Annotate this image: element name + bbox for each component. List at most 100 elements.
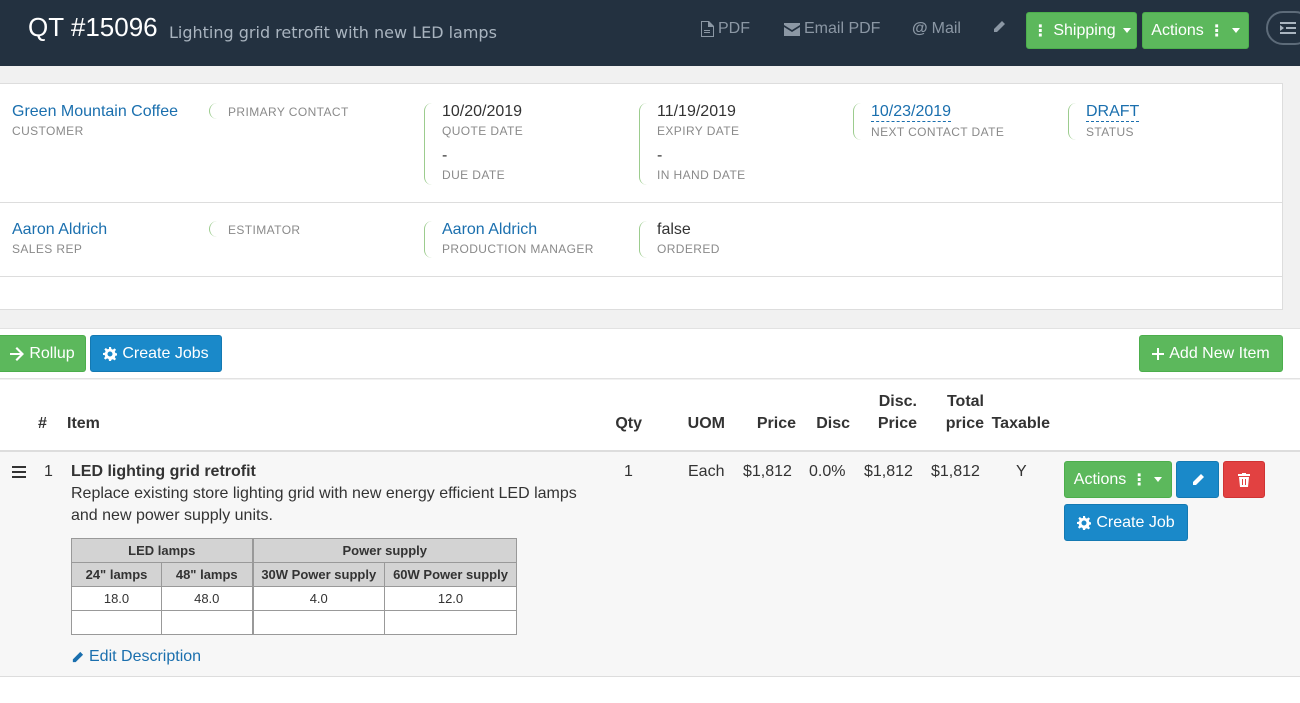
primary-contact-label: PRIMARY CONTACT (228, 105, 349, 119)
panel-divider (0, 276, 1283, 277)
row-actions-button[interactable]: Actions ⋮ (1064, 461, 1172, 498)
quote-date-label: QUOTE DATE (442, 124, 524, 138)
vertical-dots-icon: ⋮ (1131, 471, 1148, 489)
bracket-divider (639, 103, 647, 185)
column-header-disc-price-line2: Price (877, 415, 917, 432)
at-icon: @ (912, 20, 928, 37)
spec-cell[interactable]: 4.0 (251, 586, 385, 611)
items-table: # Item Qty UOM Price Disc Disc. Price To… (0, 380, 1300, 703)
spec-cell[interactable]: 18.0 (71, 586, 162, 611)
rollup-button[interactable]: Rollup (0, 335, 86, 372)
add-new-item-button[interactable]: Add New Item (1139, 335, 1283, 372)
rollup-label: Rollup (29, 344, 75, 362)
caret-down-icon (1231, 28, 1240, 33)
pencil-icon (72, 651, 84, 662)
due-date-label: DUE DATE (442, 168, 505, 182)
status-label: STATUS (1086, 125, 1134, 139)
bracket-divider (424, 103, 432, 185)
shipping-label: Shipping (1053, 21, 1116, 39)
gear-icon (1077, 515, 1092, 530)
primary-contact-field: PRIMARY CONTACT (228, 102, 349, 119)
spec-column-header: 60W Power supply (384, 562, 517, 587)
quote-subtitle: Lighting grid retrofit with new LED lamp… (169, 23, 497, 42)
create-jobs-button[interactable]: Create Jobs (90, 335, 222, 372)
edit-item-button[interactable] (1176, 461, 1219, 498)
status-field: DRAFT STATUS (1086, 103, 1140, 139)
production-manager-link[interactable]: Aaron Aldrich (442, 221, 594, 239)
header-actions-label: Actions (1151, 21, 1204, 39)
edit-quote-link[interactable] (992, 20, 1006, 34)
sales-rep-link[interactable]: Aaron Aldrich (12, 221, 107, 239)
spec-group-header: LED lamps (71, 538, 253, 563)
add-new-item-label: Add New Item (1169, 344, 1270, 362)
spec-cell[interactable]: 48.0 (161, 586, 253, 611)
item-qty: 1 (624, 463, 633, 480)
delete-item-button[interactable] (1223, 461, 1265, 498)
item-taxable: Y (1016, 463, 1027, 480)
email-pdf-label: Email PDF (804, 20, 881, 37)
column-header-price: Price (756, 415, 796, 432)
spec-cell[interactable]: 12.0 (384, 586, 517, 611)
sidebar-toggle[interactable] (1266, 11, 1300, 45)
sales-rep-field: Aaron Aldrich SALES REP (12, 221, 107, 256)
spec-group-header: Power supply (251, 538, 517, 563)
bracket-divider (853, 103, 861, 140)
spec-table: LED lamps Power supply 24" lamps 48" lam… (71, 538, 517, 635)
pdf-link[interactable]: PDF (700, 20, 750, 38)
row-actions-label: Actions (1073, 470, 1127, 488)
ordered-field: false ORDERED (657, 221, 720, 256)
spec-column-header: 24" lamps (71, 562, 162, 587)
next-contact-date-label: NEXT CONTACT DATE (871, 125, 1005, 139)
items-toolbar: Rollup Create Jobs Add New Item (0, 328, 1300, 379)
spec-cell-empty[interactable] (251, 610, 385, 635)
caret-down-icon (1122, 28, 1131, 33)
header-actions-button[interactable]: Actions ⋮ (1142, 12, 1249, 49)
in-hand-date-value: - (657, 147, 663, 164)
ordered-label: ORDERED (657, 242, 720, 256)
spec-column-header: 30W Power supply (251, 562, 385, 587)
create-job-button[interactable]: Create Job (1064, 504, 1188, 541)
email-pdf-link[interactable]: Email PDF (784, 20, 880, 38)
column-header-item: Item (67, 415, 100, 432)
item-disc: 0.0% (809, 463, 846, 480)
mail-link[interactable]: @ Mail (912, 20, 961, 38)
spec-cell-empty[interactable] (71, 610, 162, 635)
in-hand-date-field: - IN HAND DATE (657, 147, 746, 182)
bracket-divider (209, 103, 217, 119)
panel-divider (0, 202, 1283, 203)
vertical-dots-icon: ⋮ (1032, 22, 1049, 40)
mail-label: Mail (931, 20, 961, 37)
production-manager-label: PRODUCTION MANAGER (442, 242, 594, 256)
bracket-divider (424, 221, 432, 258)
file-pdf-icon (701, 21, 714, 37)
due-date-value: - (442, 147, 448, 164)
status-value[interactable]: DRAFT (1086, 103, 1140, 122)
pencil-icon (992, 21, 1005, 34)
spec-cell-empty[interactable] (161, 610, 253, 635)
table-row: 1 LED lighting grid retrofit Replace exi… (0, 450, 1300, 677)
edit-description-link[interactable]: Edit Description (71, 648, 201, 666)
production-manager-field: Aaron Aldrich PRODUCTION MANAGER (442, 221, 594, 256)
item-uom: Each (688, 463, 725, 480)
gear-icon (103, 346, 118, 361)
quote-title: QT #15096 (28, 12, 158, 42)
spec-cell-empty[interactable] (384, 610, 517, 635)
item-total-price: $1,812 (931, 463, 980, 480)
item-description: Replace existing store lighting grid wit… (71, 485, 577, 524)
drag-handle-icon[interactable] (12, 466, 26, 481)
caret-down-icon (1154, 477, 1163, 482)
item-name: LED lighting grid retrofit (71, 463, 256, 480)
sales-rep-label: SALES REP (12, 242, 83, 256)
ordered-value: false (657, 221, 691, 238)
row-number: 1 (44, 463, 53, 480)
column-header-uom: UOM (687, 415, 725, 432)
next-contact-date-field: 10/23/2019 NEXT CONTACT DATE (871, 103, 1004, 139)
quote-date-value: 10/20/2019 (442, 103, 523, 120)
plus-icon (1152, 347, 1165, 360)
shipping-button[interactable]: ⋮ Shipping (1026, 12, 1137, 49)
next-contact-date-value[interactable]: 10/23/2019 (871, 103, 952, 122)
column-header-disc-price-line1: Disc. (878, 393, 917, 410)
customer-link[interactable]: Green Mountain Coffee (12, 103, 178, 121)
customer-label: CUSTOMER (12, 124, 84, 138)
due-date-field: - DUE DATE (442, 147, 505, 182)
